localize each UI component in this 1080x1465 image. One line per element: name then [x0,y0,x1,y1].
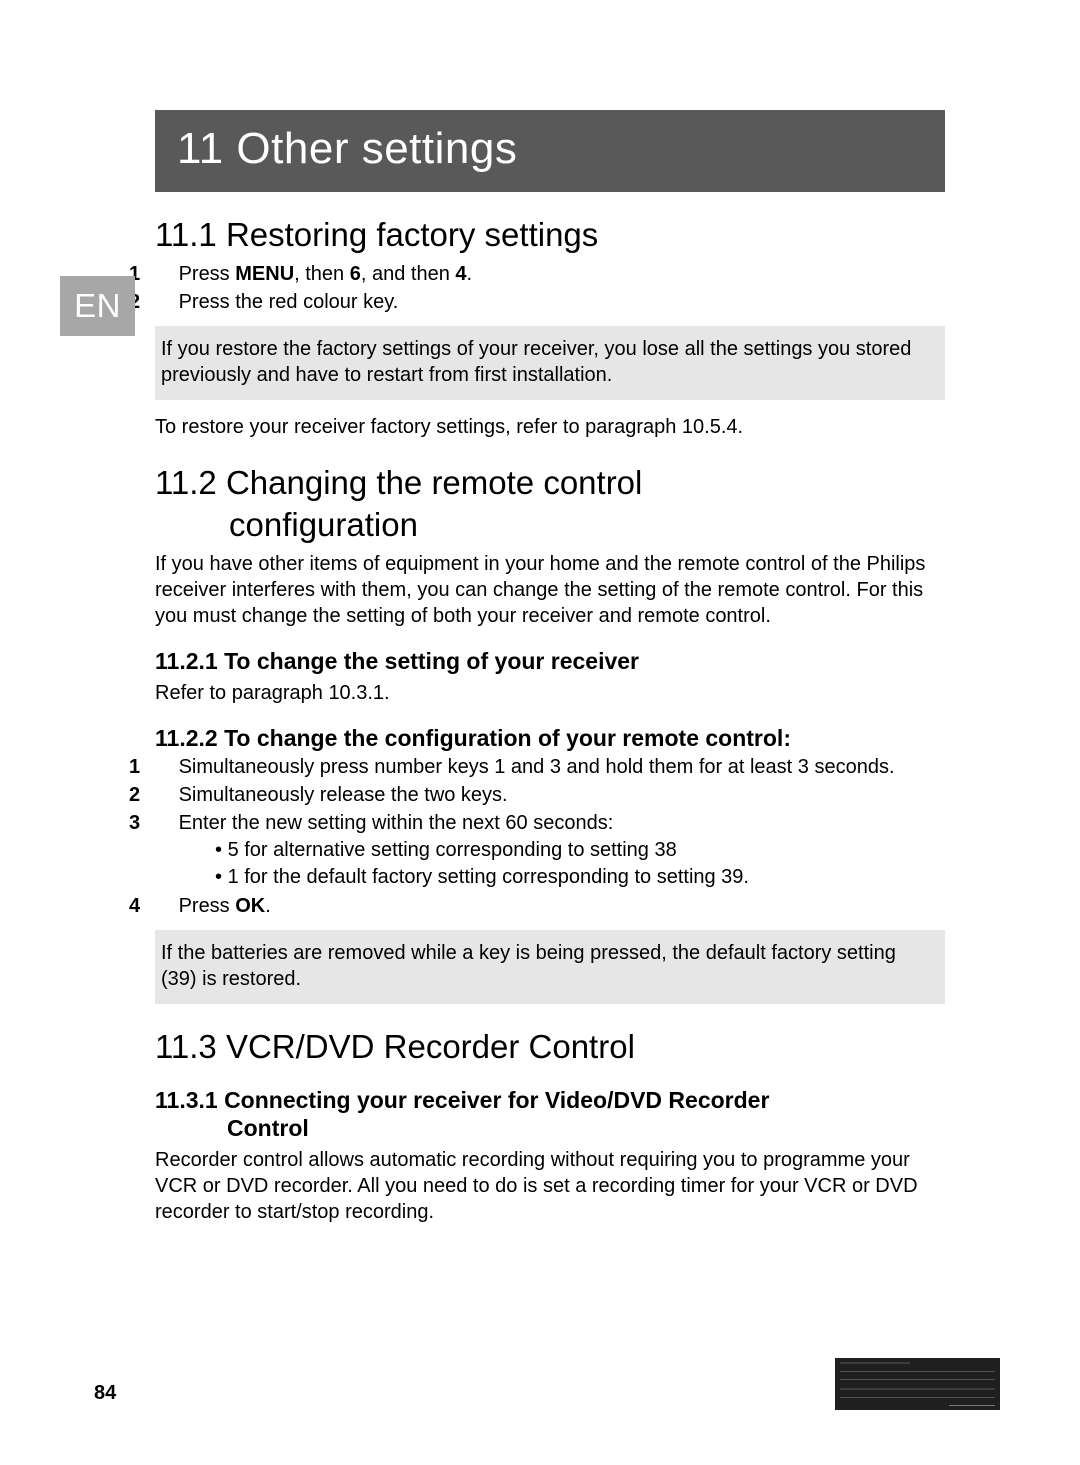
step-item: 2 Simultaneously release the two keys. [155,782,945,809]
thumbnail-preview [835,1358,1000,1410]
thumbnail-line [949,1405,996,1406]
chapter-number: 11 [177,124,224,173]
note-box-factory-restore: If you restore the factory settings of y… [155,326,945,400]
section-11-3-heading: 11.3 VCR/DVD Recorder Control [155,1026,945,1067]
step-number: 2 [155,289,173,316]
thumbnail-line [840,1362,910,1364]
step-text: Press the red colour key. [179,291,399,313]
step-item: 1 Press MENU, then 6, and then 4. [155,261,945,288]
subsection-11-3-1-heading: 11.3.1 Connecting your receiver for Vide… [155,1086,945,1144]
step-number: 1 [155,754,173,781]
step-text: Press [179,895,236,917]
step-item: 2 Press the red colour key. [155,289,945,316]
note-box-batteries: If the batteries are removed while a key… [155,930,945,1004]
thumbnail-line [840,1388,995,1390]
page-number: 84 [94,1382,116,1405]
section-11-2-heading: 11.2 Changing the remote control configu… [155,462,945,545]
step-number: 2 [155,782,173,809]
language-tab: EN [60,276,135,336]
heading-line: 11.3.1 Connecting your receiver for Vide… [155,1087,769,1113]
heading-line: 11.2 Changing the remote control [155,464,642,501]
heading-line: Control [227,1115,309,1141]
section-11-1-steps: 1 Press MENU, then 6, and then 4. 2 Pres… [155,261,945,316]
step-bullets: 5 for alternative setting corresponding … [215,837,945,891]
key-6: 6 [350,263,361,285]
step-item: 4 Press OK. [155,893,945,920]
heading-line: configuration [229,506,418,543]
subsection-11-2-1-heading: 11.2.1 To change the setting of your rec… [155,647,945,676]
step-number: 1 [155,261,173,288]
step-text: Press [179,263,236,285]
thumbnail-line [840,1371,995,1372]
step-number: 4 [155,893,173,920]
section-11-1-heading: 11.1 Restoring factory settings [155,214,945,255]
paragraph: Refer to paragraph 10.3.1. [155,680,945,706]
step-text: Simultaneously release the two keys. [179,784,508,806]
chapter-heading: 11 Other settings [155,110,945,192]
step-text: Simultaneously press number keys 1 and 3… [179,756,895,778]
step-item: 3 Enter the new setting within the next … [155,810,945,891]
thumbnail-line [840,1379,995,1380]
step-text: , and then [361,263,456,285]
paragraph: Recorder control allows automatic record… [155,1147,945,1225]
ok-key: OK [235,895,265,917]
manual-page: EN 11 Other settings 11.1 Restoring fact… [0,0,1080,1465]
chapter-title: Other settings [236,124,517,173]
paragraph: If you have other items of equipment in … [155,551,945,629]
menu-key: MENU [235,263,294,285]
page-content: 11 Other settings 11.1 Restoring factory… [155,110,945,1225]
key-4: 4 [455,263,466,285]
bullet-item: 5 for alternative setting corresponding … [215,837,945,864]
bullet-item: 1 for the default factory setting corres… [215,864,945,891]
step-text: , then [294,263,350,285]
paragraph: To restore your receiver factory setting… [155,414,945,440]
step-number: 3 [155,810,173,837]
step-item: 1 Simultaneously press number keys 1 and… [155,754,945,781]
section-11-2-2-steps: 1 Simultaneously press number keys 1 and… [155,754,945,920]
thumbnail-line [840,1397,995,1398]
step-text: . [467,263,473,285]
step-text: . [265,895,271,917]
step-text: Enter the new setting within the next 60… [179,812,614,834]
subsection-11-2-2-heading: 11.2.2 To change the configuration of yo… [155,724,945,753]
